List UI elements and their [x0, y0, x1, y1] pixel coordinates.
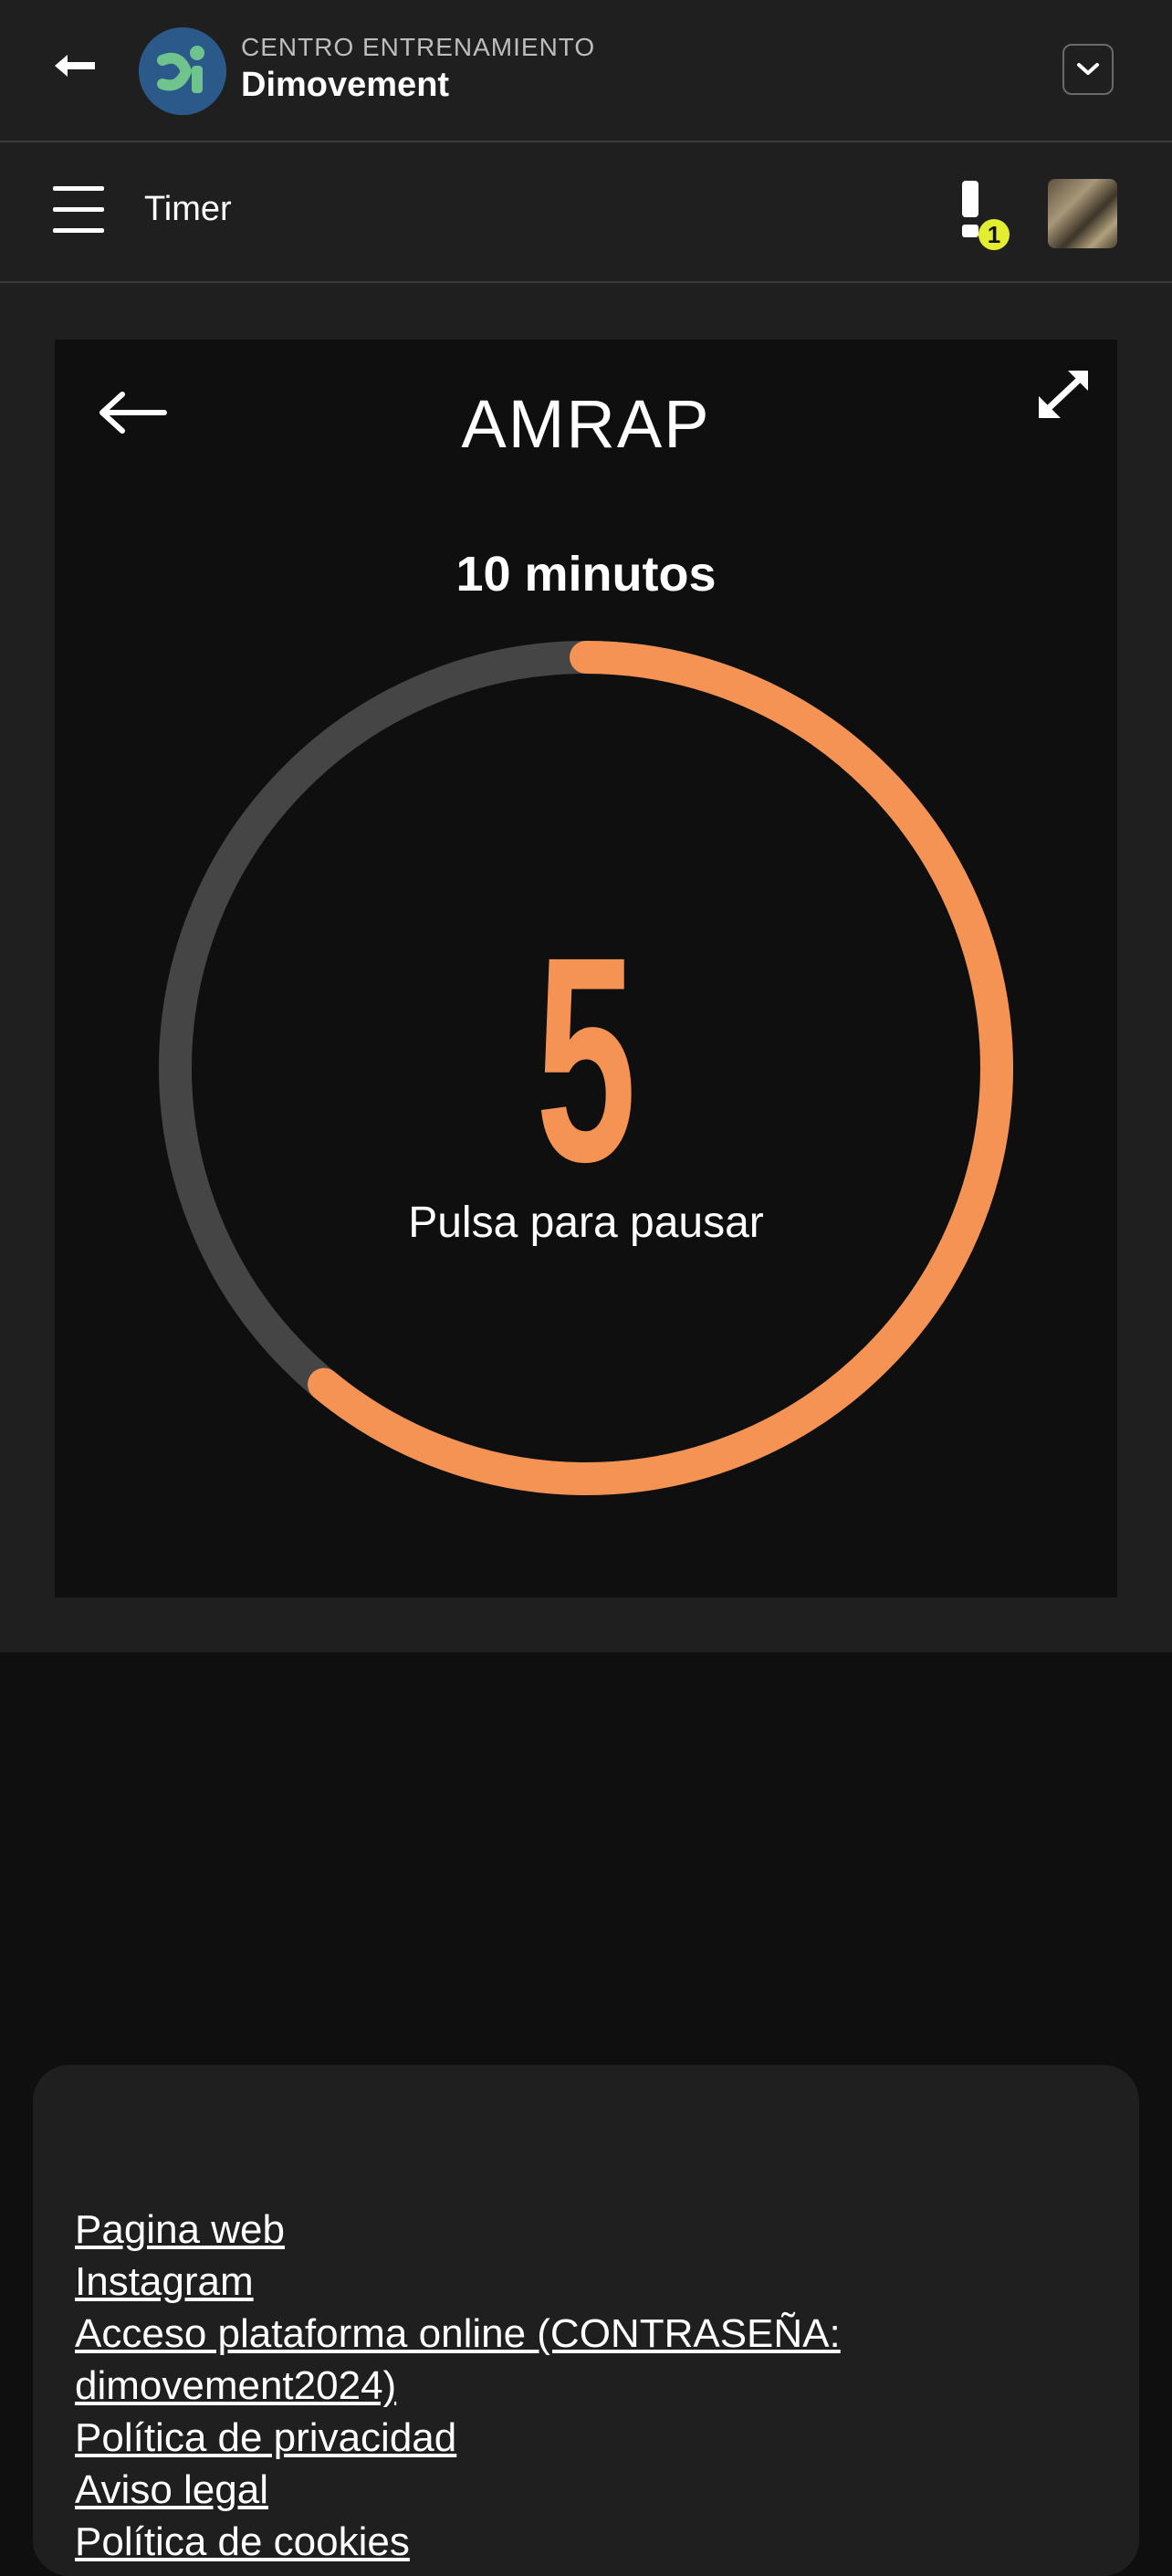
menu-icon[interactable] — [53, 186, 104, 236]
page-title: Timer — [144, 190, 232, 228]
alert-icon[interactable]: 1 — [958, 179, 1022, 252]
pause-hint: Pulsa para pausar — [408, 1199, 764, 1247]
center-dropdown-button[interactable] — [1062, 44, 1114, 95]
timer-panel[interactable]: AMRAP 10 minutos 5 Pulsa para pausar — [55, 340, 1117, 1597]
center-logo — [139, 27, 226, 115]
brand-name: Dimovement — [241, 66, 450, 104]
link-legal-notice[interactable]: Aviso legal — [75, 2464, 1079, 2516]
brand-subtitle: CENTRO ENTRENAMIENTO — [241, 33, 596, 61]
timer-duration: 10 minutos — [455, 547, 717, 602]
expand-icon[interactable] — [1031, 361, 1095, 425]
back-arrow-icon[interactable] — [51, 47, 99, 84]
timer-count: 5 — [535, 895, 637, 1222]
footer-card: Pagina web Instagram Acceso plataforma o… — [33, 2065, 1139, 2576]
link-privacy-policy[interactable]: Política de privacidad — [75, 2412, 1079, 2464]
link-online-platform[interactable]: Acceso plataforma online (CONTRASEÑA: di… — [75, 2308, 1079, 2412]
link-instagram[interactable]: Instagram — [75, 2256, 1079, 2308]
avatar[interactable] — [1048, 179, 1117, 248]
top-bar: CENTRO ENTRENAMIENTO Dimovement — [0, 0, 1172, 142]
link-cookies-policy[interactable]: Política de cookies — [75, 2516, 1079, 2568]
footer-links: Pagina web Instagram Acceso plataforma o… — [75, 2204, 1079, 2568]
nav-bar: Timer 1 — [0, 142, 1172, 283]
timer-section: AMRAP 10 minutos 5 Pulsa para pausar — [0, 283, 1172, 1652]
timer-mode-title: AMRAP — [461, 386, 711, 462]
link-website[interactable]: Pagina web — [75, 2204, 1079, 2256]
notification-badge: 1 — [978, 219, 1010, 250]
chevron-down-icon — [1077, 63, 1099, 75]
